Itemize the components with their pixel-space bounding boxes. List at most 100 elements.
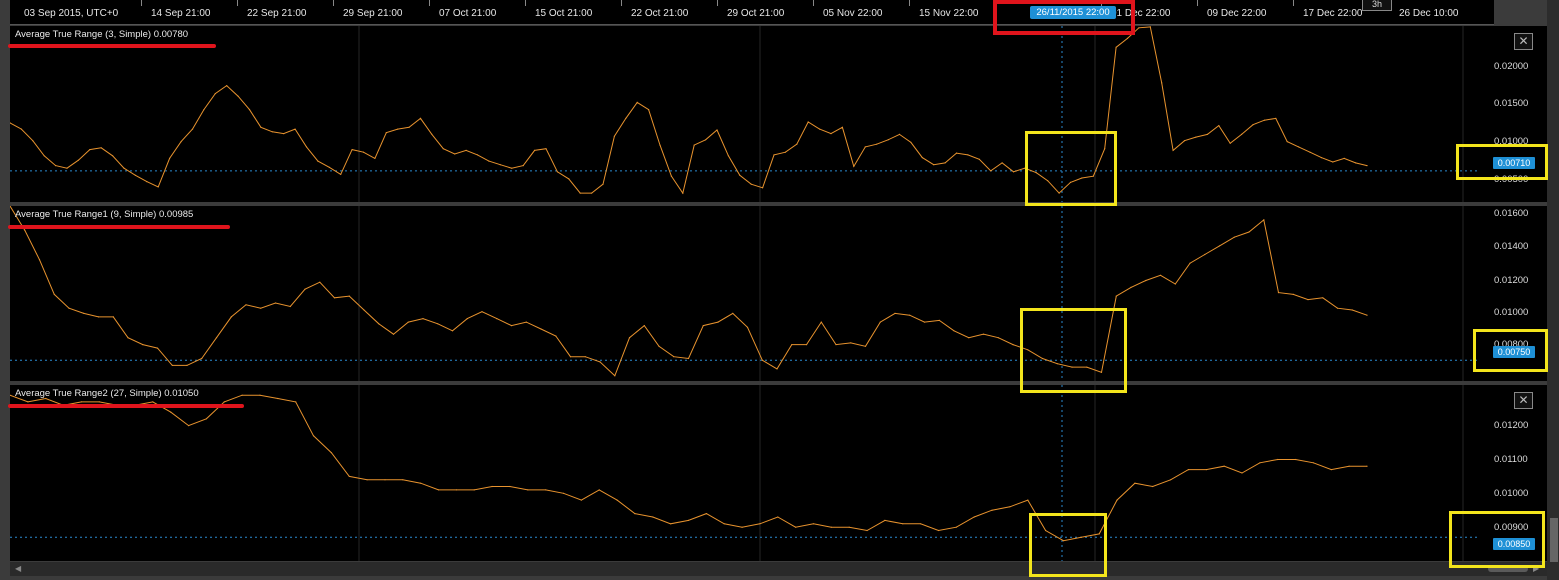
data-point <box>1183 140 1186 142</box>
time-tick <box>237 0 238 6</box>
data-point <box>1336 307 1339 309</box>
data-point <box>628 337 631 339</box>
data-point <box>1241 472 1243 474</box>
data-point <box>496 318 498 320</box>
data-point <box>295 401 297 403</box>
data-point <box>1012 344 1014 346</box>
time-label: 15 Oct 21:00 <box>535 8 593 19</box>
horizontal-scrollbar[interactable] <box>10 562 1547 576</box>
data-point <box>362 151 365 153</box>
data-point <box>556 171 559 173</box>
close-icon[interactable]: ✕ <box>1514 33 1533 50</box>
vertical-scrollbar-thumb[interactable] <box>1550 518 1558 562</box>
period-selector[interactable]: 3h <box>1362 0 1392 11</box>
data-point <box>1332 161 1334 163</box>
data-point <box>330 452 332 454</box>
data-point <box>397 128 399 130</box>
data-point <box>598 489 600 491</box>
data-point <box>658 345 660 347</box>
data-point <box>38 259 41 261</box>
annotation-red-line <box>8 404 244 408</box>
y-axis-label: 0.01200 <box>1494 420 1529 431</box>
data-point <box>1130 286 1132 288</box>
data-point <box>784 151 787 153</box>
data-point <box>1027 499 1029 501</box>
data-point <box>1159 274 1162 276</box>
data-point <box>955 152 958 154</box>
data-point <box>454 153 456 155</box>
data-point <box>378 323 380 325</box>
data-point <box>245 304 247 306</box>
data-point <box>569 356 572 358</box>
data-point <box>422 318 424 320</box>
data-point <box>169 157 171 159</box>
data-point <box>968 337 970 339</box>
data-point <box>1295 458 1297 461</box>
time-axis: 03 Sep 2015, UTC+0 14 Sep 21:00 22 Sep 2… <box>10 0 1494 25</box>
time-tick <box>333 0 334 6</box>
annotation-yellow-box <box>1449 511 1545 568</box>
time-label: 09 Dec 22:00 <box>1207 8 1267 19</box>
data-point <box>1116 499 1118 501</box>
data-point <box>499 164 501 166</box>
data-point <box>351 149 353 151</box>
data-point <box>180 141 182 143</box>
time-label: 29 Oct 21:00 <box>727 8 785 19</box>
data-point <box>1233 236 1235 238</box>
data-point <box>83 312 85 314</box>
data-point <box>66 167 68 169</box>
vertical-scrollbar[interactable] <box>1547 0 1559 580</box>
data-point <box>437 323 439 325</box>
data-point <box>1330 469 1332 471</box>
data-point <box>1189 262 1191 264</box>
time-label: 26 Dec 10:00 <box>1399 8 1459 19</box>
data-point <box>879 321 881 323</box>
data-point <box>465 149 467 151</box>
data-point <box>997 337 999 339</box>
data-point <box>68 307 70 309</box>
data-point <box>476 154 479 156</box>
data-point <box>750 183 752 185</box>
data-point <box>97 316 100 318</box>
data-point <box>1170 479 1172 481</box>
data-point <box>55 165 57 167</box>
data-point <box>670 523 672 525</box>
triangle-left-icon[interactable]: ◀ <box>15 564 21 573</box>
data-point <box>894 312 896 314</box>
data-point <box>702 325 704 327</box>
data-point <box>1320 157 1322 159</box>
data-point <box>616 499 618 501</box>
data-point <box>777 516 779 518</box>
data-point <box>807 121 809 123</box>
data-point <box>201 357 203 360</box>
data-point <box>1343 157 1345 159</box>
data-point <box>920 523 922 525</box>
data-point <box>510 325 513 327</box>
data-point <box>830 526 832 528</box>
data-point <box>887 139 889 141</box>
annotation-yellow-box <box>1029 513 1107 577</box>
time-label: 22 Sep 21:00 <box>247 8 307 19</box>
data-point <box>186 364 188 366</box>
data-point <box>716 129 718 131</box>
data-point <box>1115 46 1117 48</box>
close-icon[interactable]: ✕ <box>1514 392 1533 409</box>
y-axis-label: 0.01000 <box>1494 307 1529 318</box>
data-point <box>319 281 321 283</box>
data-point <box>283 133 285 135</box>
data-point <box>1152 485 1154 488</box>
data-point <box>442 148 444 150</box>
data-point <box>1187 469 1189 471</box>
data-point <box>1366 314 1368 316</box>
data-point <box>910 141 912 143</box>
data-point <box>555 335 557 337</box>
data-point <box>230 316 232 318</box>
data-point <box>223 401 225 403</box>
data-point <box>491 485 493 488</box>
data-point <box>648 109 650 111</box>
data-point <box>982 333 985 335</box>
data-point <box>723 523 725 525</box>
data-point <box>271 131 273 133</box>
data-point <box>741 526 743 528</box>
data-point <box>1298 146 1300 148</box>
